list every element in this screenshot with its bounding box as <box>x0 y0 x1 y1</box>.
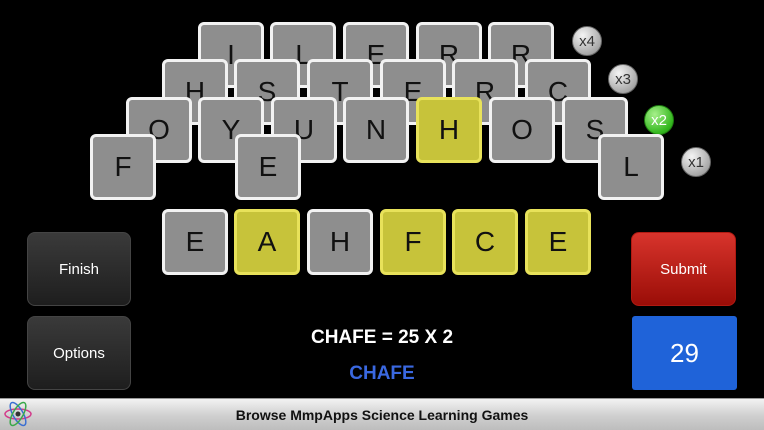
tile-row2-4[interactable]: N <box>343 97 409 163</box>
score-equation: CHAFE = 25 X 2 <box>310 327 454 348</box>
multiplier-x3-badge: x3 <box>608 64 638 94</box>
answer-tile-2[interactable]: A <box>234 209 300 275</box>
promo-banner[interactable]: Browse MmpApps Science Learning Games <box>0 398 764 430</box>
tile-row1-3[interactable]: L <box>598 134 664 200</box>
multiplier-x4-badge: x4 <box>572 26 602 56</box>
finish-button[interactable]: Finish <box>27 232 131 306</box>
answer-tile-5[interactable]: C <box>452 209 518 275</box>
answer-tile-1[interactable]: E <box>162 209 228 275</box>
tile-row2-5-selected[interactable]: H <box>416 97 482 163</box>
atom-logo-icon <box>4 401 32 427</box>
multiplier-x1-badge: x1 <box>681 147 711 177</box>
last-word: CHAFE <box>349 363 415 384</box>
answer-tile-4[interactable]: F <box>380 209 446 275</box>
banner-text: Browse MmpApps Science Learning Games <box>235 406 529 423</box>
answer-tile-6[interactable]: E <box>525 209 591 275</box>
tile-row2-6[interactable]: O <box>489 97 555 163</box>
answer-tile-3[interactable]: H <box>307 209 373 275</box>
multiplier-x2-badge: x2 <box>644 105 674 135</box>
submit-button[interactable]: Submit <box>631 232 736 306</box>
tile-row1-1[interactable]: F <box>90 134 156 200</box>
tile-row1-2[interactable]: E <box>235 134 301 200</box>
